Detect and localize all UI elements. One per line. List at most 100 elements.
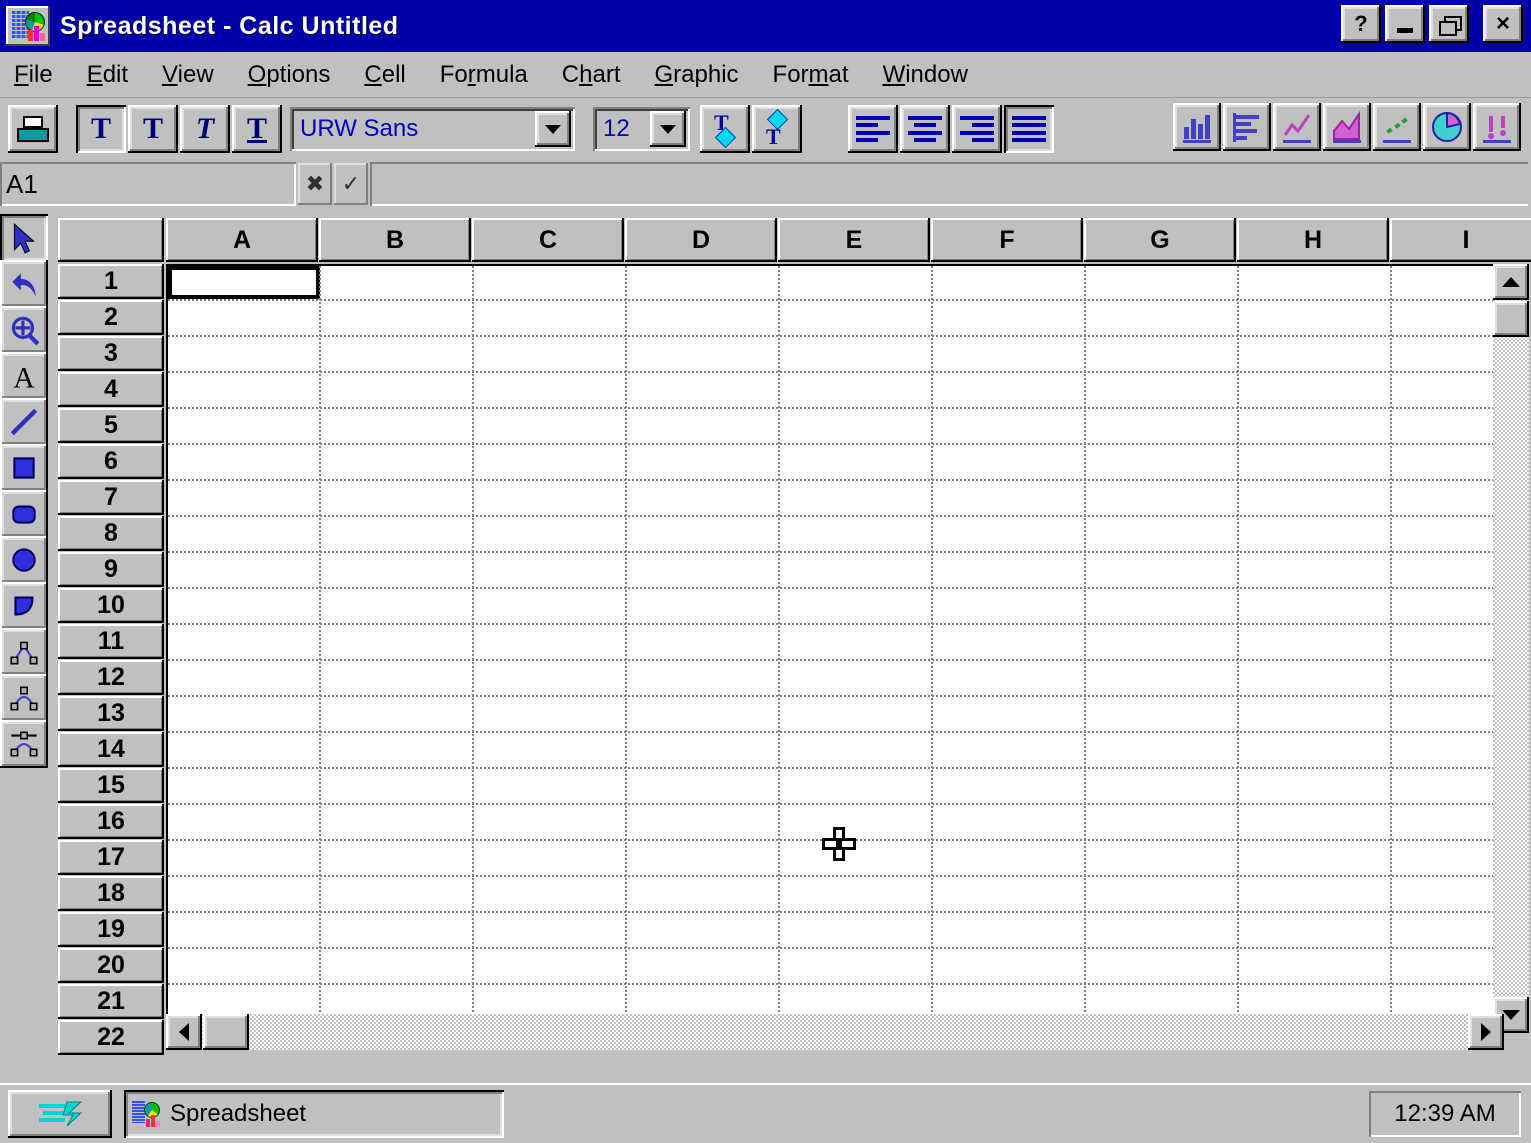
select-all-corner[interactable]	[58, 218, 164, 262]
row-header-8[interactable]: 8	[58, 516, 164, 551]
row-header-5[interactable]: 5	[58, 408, 164, 443]
style-normal-button[interactable]: T	[76, 105, 126, 153]
restore-button[interactable]	[1429, 5, 1469, 43]
menu-item-chart[interactable]: Chart	[562, 61, 621, 89]
scroll-left-button[interactable]	[166, 1014, 202, 1050]
task-spreadsheet[interactable]: Spreadsheet	[124, 1090, 504, 1138]
horizontal-scrollbar[interactable]	[166, 1014, 1504, 1050]
horizontal-scrollbar-thumb[interactable]	[203, 1014, 249, 1050]
style-italic-button[interactable]: T	[180, 105, 230, 153]
row-header-15[interactable]: 15	[58, 768, 164, 803]
align-center-button[interactable]	[900, 105, 950, 153]
row-header-14[interactable]: 14	[58, 732, 164, 767]
row-header-21[interactable]: 21	[58, 984, 164, 1019]
bezier-tool-button[interactable]	[0, 720, 48, 768]
menu-item-cell[interactable]: Cell	[364, 61, 405, 89]
arc-segment-tool-button[interactable]	[0, 582, 48, 630]
style-bold-button[interactable]: T	[128, 105, 178, 153]
text-tool-button[interactable]: A	[0, 352, 48, 400]
row-header-4[interactable]: 4	[58, 372, 164, 407]
menu-item-formula[interactable]: Formula	[440, 61, 528, 89]
print-button[interactable]	[8, 105, 58, 153]
row-header-1[interactable]: 1	[58, 264, 164, 299]
menu-item-file[interactable]: File	[14, 61, 53, 89]
scroll-right-button[interactable]	[1468, 1014, 1504, 1050]
horizontal-scrollbar-track[interactable]	[166, 1014, 1504, 1050]
row-header-2[interactable]: 2	[58, 300, 164, 335]
row-header-9[interactable]: 9	[58, 552, 164, 587]
row-header-7[interactable]: 7	[58, 480, 164, 515]
column-header-I[interactable]: I	[1390, 218, 1531, 262]
start-button[interactable]	[8, 1090, 112, 1138]
menu-item-window[interactable]: Window	[883, 61, 968, 89]
font-size-value: 12	[603, 115, 630, 142]
accept-edit-button[interactable]: ✓	[334, 163, 368, 205]
line-tool-button[interactable]	[0, 398, 48, 446]
line-chart-button[interactable]	[1273, 103, 1321, 151]
menu-item-graphic[interactable]: Graphic	[655, 61, 739, 89]
row-header-13[interactable]: 13	[58, 696, 164, 731]
column-header-C[interactable]: C	[472, 218, 624, 262]
font-size-dropdown-arrow[interactable]	[650, 111, 686, 147]
close-button[interactable]: ×	[1483, 5, 1523, 43]
polyline-tool-button[interactable]	[0, 628, 48, 676]
style-underline-button[interactable]: T	[232, 105, 282, 153]
help-button[interactable]: ?	[1341, 5, 1381, 43]
hilo-chart-button[interactable]	[1473, 103, 1521, 151]
column-header-A[interactable]: A	[166, 218, 318, 262]
app-icon[interactable]	[6, 6, 50, 46]
row-header-3[interactable]: 3	[58, 336, 164, 371]
rectangle-tool-button[interactable]	[0, 444, 48, 492]
row-header-11[interactable]: 11	[58, 624, 164, 659]
selected-cell[interactable]	[168, 266, 320, 299]
subscript-button[interactable]: T	[752, 105, 802, 153]
row-header-16[interactable]: 16	[58, 804, 164, 839]
column-header-H[interactable]: H	[1237, 218, 1389, 262]
column-header-E[interactable]: E	[778, 218, 930, 262]
align-justify-button[interactable]	[1004, 105, 1054, 153]
undo-arrow-tool-button[interactable]	[0, 260, 48, 308]
menu-item-format[interactable]: Format	[773, 61, 849, 89]
bar-chart-button[interactable]	[1173, 103, 1221, 151]
row-header-20[interactable]: 20	[58, 948, 164, 983]
horizontal-bar-chart-button[interactable]	[1223, 103, 1271, 151]
scatter-chart-button[interactable]	[1373, 103, 1421, 151]
menu-item-options[interactable]: Options	[248, 61, 331, 89]
select-arrow-tool-button[interactable]	[0, 214, 48, 262]
minimize-button[interactable]	[1385, 5, 1425, 43]
column-header-B[interactable]: B	[319, 218, 471, 262]
pie-chart-button[interactable]	[1423, 103, 1471, 151]
row-header-6[interactable]: 6	[58, 444, 164, 479]
row-header-19[interactable]: 19	[58, 912, 164, 947]
row-header-18[interactable]: 18	[58, 876, 164, 911]
font-name-dropdown-arrow[interactable]	[535, 111, 571, 147]
row-header-10[interactable]: 10	[58, 588, 164, 623]
menu-item-edit[interactable]: Edit	[87, 61, 128, 89]
font-name-combo[interactable]: URW Sans	[290, 107, 575, 151]
subscript-icon: T	[760, 108, 794, 149]
superscript-button[interactable]: T	[700, 105, 750, 153]
rounded-rectangle-tool-button[interactable]	[0, 490, 48, 538]
vertical-scrollbar-thumb[interactable]	[1493, 301, 1529, 337]
column-header-D[interactable]: D	[625, 218, 777, 262]
column-header-F[interactable]: F	[931, 218, 1083, 262]
zoom-tool-button[interactable]	[0, 306, 48, 354]
cancel-edit-button[interactable]: ✖	[298, 163, 332, 205]
font-size-combo[interactable]: 12	[593, 107, 690, 151]
row-header-12[interactable]: 12	[58, 660, 164, 695]
row-header-22[interactable]: 22	[58, 1020, 164, 1055]
row-header-17[interactable]: 17	[58, 840, 164, 875]
menu-item-view[interactable]: View	[162, 61, 214, 89]
vertical-scrollbar-track[interactable]	[1493, 264, 1529, 1033]
area-chart-button[interactable]	[1323, 103, 1371, 151]
ellipse-tool-button[interactable]	[0, 536, 48, 584]
column-header-G[interactable]: G	[1084, 218, 1236, 262]
align-right-button[interactable]	[952, 105, 1002, 153]
scroll-up-button[interactable]	[1493, 264, 1529, 300]
align-left-button[interactable]	[848, 105, 898, 153]
formula-input[interactable]	[370, 162, 1528, 206]
cell-grid[interactable]	[166, 264, 1504, 1033]
curve-tool-button[interactable]	[0, 674, 48, 722]
cell-reference-box[interactable]: A1	[0, 162, 296, 206]
vertical-scrollbar[interactable]	[1493, 264, 1529, 1033]
